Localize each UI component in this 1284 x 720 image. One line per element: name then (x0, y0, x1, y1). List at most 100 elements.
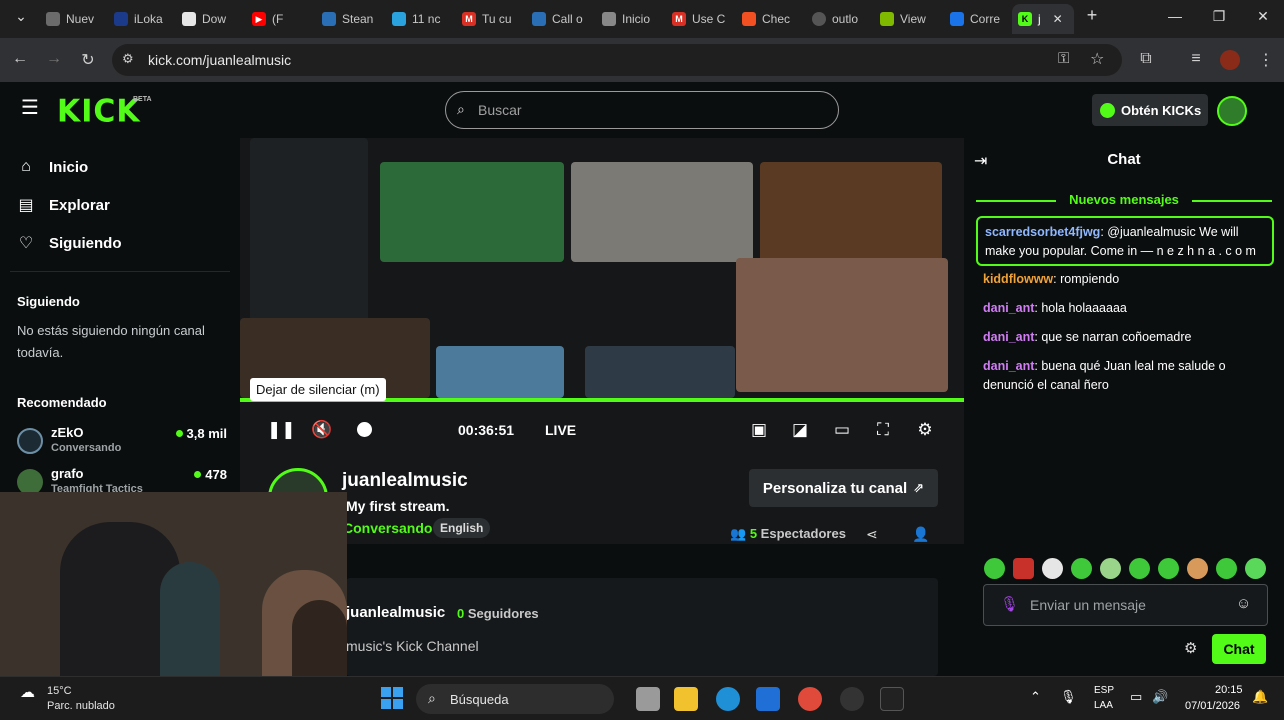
browser-tab[interactable]: M Tu cu (456, 6, 520, 32)
clock-time[interactable]: 20:15 (1215, 684, 1243, 696)
emote-icon[interactable] (1129, 558, 1150, 579)
address-bar[interactable]: ⚙ kick.com/juanlealmusic ⚿ ☆ (112, 44, 1122, 76)
browser-tab[interactable]: Corre (944, 6, 1008, 32)
windows-start-icon[interactable] (381, 687, 403, 709)
kick-logo[interactable]: KICK (57, 93, 141, 130)
taskbar-search[interactable]: ⌕ Búsqueda (416, 684, 614, 714)
extensions-icon[interactable]: ⧉ (1136, 50, 1156, 68)
emote-icon[interactable] (1158, 558, 1179, 579)
browser-tab[interactable]: ▶ (F (246, 6, 310, 32)
theater-mode-icon[interactable]: ▣ (746, 420, 772, 440)
close-window-icon[interactable]: ✕ (1248, 8, 1278, 25)
follow-user-icon[interactable]: 👤 (912, 526, 929, 543)
microphone-icon[interactable]: 🎙 (1000, 595, 1019, 613)
bookmark-star-icon[interactable]: ☆ (1090, 49, 1104, 69)
chat-username[interactable]: dani_ant (983, 330, 1034, 344)
maximize-icon[interactable]: ❐ (1204, 8, 1234, 25)
settings-gear-icon[interactable]: ⚙ (912, 420, 938, 440)
back-icon[interactable]: ← (10, 50, 30, 68)
new-tab-icon[interactable]: + (1077, 5, 1107, 26)
browser-tab[interactable]: Dow (176, 6, 240, 32)
pause-icon[interactable]: ❚❚ (267, 420, 296, 440)
language-indicator[interactable]: ESP (1094, 685, 1114, 696)
chat-username[interactable]: scarredsorbet4fjwg (985, 225, 1100, 239)
tab-search-icon[interactable]: ⌄ (6, 8, 36, 25)
emote-icon[interactable] (1245, 558, 1266, 579)
tray-expand-icon[interactable]: ⌃ (1030, 689, 1041, 705)
browser-tab[interactable]: M Use C (666, 6, 730, 32)
emote-icon[interactable] (1187, 558, 1208, 579)
epic-games-icon[interactable] (880, 687, 904, 711)
emote-icon[interactable] (1216, 558, 1237, 579)
browser-tab[interactable]: Inicio (596, 6, 660, 32)
muted-speaker-icon[interactable]: 🔇 (309, 420, 335, 440)
weather-temp[interactable]: 15°C (47, 685, 72, 697)
language-region[interactable]: LAA (1094, 700, 1113, 711)
file-explorer-icon[interactable] (674, 687, 698, 711)
live-label[interactable]: LIVE (545, 422, 576, 438)
reload-icon[interactable]: ↻ (78, 50, 98, 70)
microphone-tray-icon[interactable]: 🎙 (1060, 689, 1077, 705)
clock-date[interactable]: 07/01/2026 (1185, 700, 1240, 712)
chat-username[interactable]: kiddflowww (983, 272, 1053, 286)
fullscreen-icon[interactable]: ⛶ (870, 420, 896, 440)
stream-category-link[interactable]: Conversando (343, 520, 432, 536)
minimize-icon[interactable]: — (1160, 8, 1190, 24)
following-heading: Siguiendo (17, 294, 80, 309)
emote-icon[interactable] (984, 558, 1005, 579)
browser-tab[interactable]: 11 nc (386, 6, 450, 32)
browser-tab[interactable]: outlo (806, 6, 870, 32)
search-input[interactable]: ⌕ Buscar (445, 91, 839, 129)
chrome-icon[interactable] (798, 687, 822, 711)
edge-icon[interactable] (716, 687, 740, 711)
chat-settings-icon[interactable]: ⚙ (1184, 639, 1197, 657)
browser-tab[interactable]: Call o (526, 6, 590, 32)
key-icon[interactable]: ⚿ (1058, 50, 1069, 67)
reading-list-icon[interactable]: ≡ (1186, 50, 1206, 68)
forward-icon[interactable]: → (44, 50, 64, 68)
language-tag[interactable]: English (433, 518, 491, 538)
store-icon[interactable] (756, 687, 780, 711)
weather-desc[interactable]: Parc. nublado (47, 700, 115, 712)
emoji-picker-icon[interactable]: ☺ (1236, 595, 1251, 612)
volume-slider-handle[interactable] (357, 422, 372, 437)
profile-avatar[interactable] (1220, 50, 1240, 70)
share-icon[interactable]: ⋖ (866, 526, 878, 543)
network-icon[interactable]: ▭ (1130, 689, 1142, 705)
task-view-icon[interactable] (636, 687, 660, 711)
browser-tab[interactable]: Stean (316, 6, 380, 32)
channel-name-heading[interactable]: juanlealmusic (342, 470, 468, 492)
browser-tab[interactable]: iLoka (108, 6, 172, 32)
new-messages-divider[interactable]: Nuevos mensajes (976, 192, 1272, 208)
chat-send-button[interactable]: Chat (1212, 634, 1266, 664)
volume-icon[interactable]: 🔊 (1152, 689, 1168, 705)
browser-tab[interactable]: View (874, 6, 938, 32)
get-kicks-button[interactable]: Obtén KICKs (1092, 94, 1208, 126)
mini-player-icon[interactable]: ◪ (787, 420, 813, 440)
close-tab-icon[interactable]: ✕ (1053, 12, 1063, 26)
chat-username[interactable]: dani_ant (983, 359, 1034, 373)
emote-icon[interactable] (1100, 558, 1121, 579)
chat-message-input[interactable]: 🎙 Enviar un mensaje ☺ (983, 584, 1268, 626)
nav-explore[interactable]: ▤ Explorar (17, 195, 109, 215)
nav-following[interactable]: ♡ Siguiendo (17, 233, 122, 253)
obs-icon[interactable] (840, 687, 864, 711)
browser-tab-active[interactable]: Kj ✕ (1012, 4, 1074, 34)
site-info-icon[interactable]: ⚙ (122, 51, 134, 67)
browser-tab[interactable]: Nuev (40, 6, 104, 32)
weather-icon[interactable]: ☁ (20, 683, 35, 701)
emote-icon[interactable] (1071, 558, 1092, 579)
nav-home[interactable]: ⌂ Inicio (17, 158, 88, 176)
chat-username[interactable]: dani_ant (983, 301, 1034, 315)
emote-icon[interactable] (1013, 558, 1034, 579)
customize-channel-button[interactable]: Personaliza tu canal ⇗ (749, 469, 938, 507)
browser-tab[interactable]: Chec (736, 6, 800, 32)
person-figure (160, 562, 220, 688)
recommended-channel[interactable]: zEkO Conversando 3,8 mil (17, 424, 227, 460)
hamburger-menu-icon[interactable]: ☰ (21, 98, 39, 118)
emote-icon[interactable] (1042, 558, 1063, 579)
menu-dots-icon[interactable]: ⋮ (1256, 50, 1276, 70)
wide-mode-icon[interactable]: ▭ (829, 420, 855, 440)
user-avatar[interactable] (1217, 96, 1247, 126)
notifications-bell-icon[interactable]: 🔔 (1252, 689, 1268, 705)
